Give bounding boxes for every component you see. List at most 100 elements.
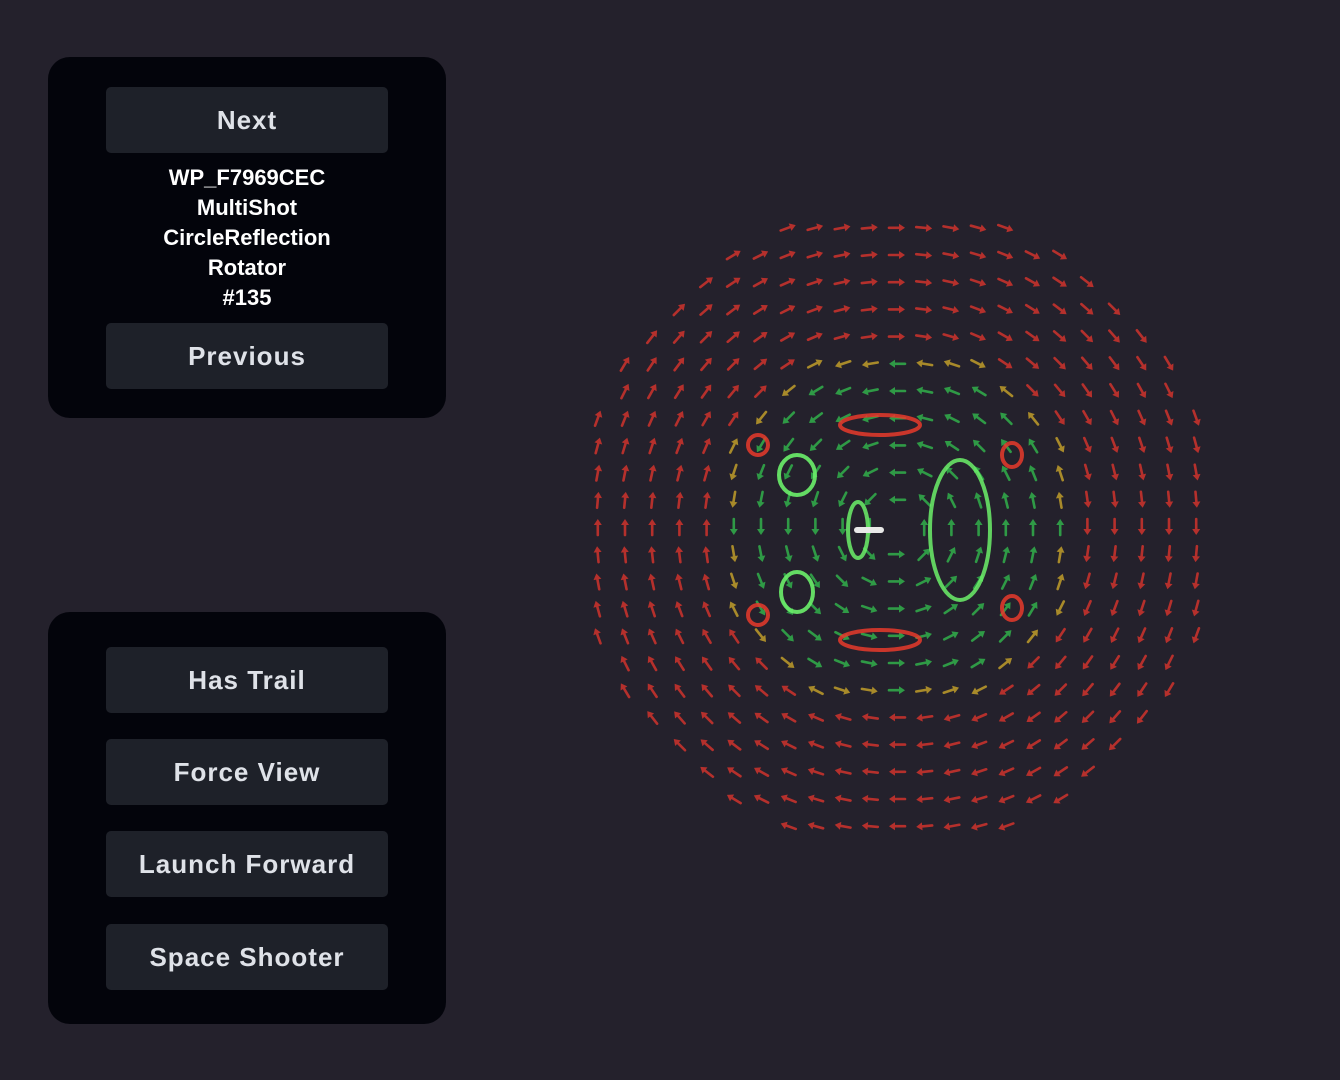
force-arrow	[1053, 793, 1069, 804]
force-arrow	[998, 657, 1013, 670]
force-arrow	[1165, 490, 1174, 508]
force-arrow	[1110, 544, 1119, 563]
force-arrow	[779, 223, 796, 232]
force-arrow	[782, 411, 796, 424]
pattern-info: WP_F7969CEC MultiShot CircleReflection R…	[48, 163, 446, 313]
force-arrow	[1137, 409, 1147, 426]
force-arrow	[808, 685, 824, 696]
force-arrow	[593, 410, 603, 428]
force-arrow	[943, 604, 959, 615]
next-button[interactable]: Next	[106, 87, 388, 153]
force-arrow	[914, 223, 933, 232]
force-arrow	[647, 628, 657, 645]
force-arrow	[1110, 572, 1118, 590]
pattern-navigator-panel: Next WP_F7969CEC MultiShot CircleReflect…	[48, 57, 446, 418]
force-arrow	[674, 683, 686, 698]
force-arrow	[810, 490, 820, 508]
force-arrow	[969, 251, 987, 260]
force-arrow	[781, 740, 797, 750]
force-arrow	[1111, 463, 1119, 481]
force-arrow	[920, 519, 929, 537]
force-field-view	[593, 223, 1201, 831]
force-arrow	[674, 656, 685, 672]
projectile-cluster	[779, 570, 815, 614]
force-arrow	[943, 359, 961, 368]
force-arrow	[1108, 329, 1120, 343]
force-arrow	[1055, 655, 1067, 670]
force-arrow	[1028, 491, 1037, 509]
force-arrow	[1024, 277, 1040, 287]
force-arrow	[593, 628, 602, 645]
has-trail-toggle[interactable]: Has Trail	[106, 647, 388, 713]
previous-button[interactable]: Previous	[106, 323, 388, 389]
force-arrow	[1164, 654, 1174, 671]
pattern-reflection: CircleReflection	[163, 225, 331, 250]
force-arrow	[860, 223, 878, 232]
force-arrow	[620, 546, 629, 564]
force-arrow	[806, 277, 823, 287]
force-arrow	[647, 573, 656, 591]
force-arrow	[916, 386, 934, 395]
force-arrow	[754, 740, 770, 751]
force-arrow	[672, 330, 685, 344]
force-arrow	[700, 711, 714, 725]
force-arrow	[1026, 384, 1039, 397]
force-arrow	[916, 440, 934, 450]
force-arrow	[620, 628, 630, 645]
force-arrow	[728, 656, 741, 671]
force-arrow	[969, 332, 986, 342]
force-arrow	[887, 305, 905, 314]
force-arrow	[728, 684, 741, 698]
force-arrow	[1083, 490, 1092, 508]
options-panel: Has Trail Force View Launch Forward Spac…	[48, 612, 446, 1024]
force-arrow	[1081, 710, 1095, 724]
force-arrow	[1108, 356, 1120, 371]
force-arrow	[756, 572, 766, 589]
force-arrow	[1082, 682, 1094, 697]
force-arrow	[943, 822, 961, 831]
force-arrow	[916, 795, 934, 804]
force-arrow	[809, 412, 824, 424]
force-arrow	[726, 794, 742, 805]
force-arrow	[914, 278, 933, 287]
force-arrow	[833, 686, 851, 695]
force-arrow	[811, 545, 820, 562]
space-shooter-toggle[interactable]: Space Shooter	[106, 924, 388, 990]
force-arrow	[756, 490, 765, 508]
force-arrow	[969, 278, 987, 287]
force-arrow	[999, 684, 1014, 695]
force-arrow	[702, 519, 711, 537]
force-arrow	[781, 685, 797, 696]
force-arrow	[860, 332, 878, 341]
force-arrow	[727, 739, 742, 751]
force-arrow	[889, 767, 907, 776]
force-arrow	[702, 573, 711, 591]
force-arrow	[1025, 794, 1042, 804]
force-arrow	[781, 628, 794, 642]
force-arrow	[753, 358, 768, 371]
force-arrow	[726, 358, 740, 371]
force-arrow	[806, 304, 823, 314]
launch-forward-toggle[interactable]: Launch Forward	[106, 831, 388, 897]
force-arrow	[1137, 627, 1147, 644]
force-arrow	[702, 601, 712, 618]
reflection-arc	[746, 433, 770, 457]
force-arrow	[915, 685, 933, 694]
force-arrow	[593, 546, 602, 564]
force-arrow	[833, 332, 851, 341]
force-arrow	[1056, 573, 1065, 591]
force-arrow	[621, 491, 630, 510]
force-arrow	[943, 741, 961, 749]
force-arrow	[887, 223, 905, 232]
force-arrow	[1192, 409, 1201, 426]
force-arrow	[594, 437, 603, 455]
force-arrow	[779, 250, 796, 260]
force-arrow	[916, 713, 934, 722]
force-view-toggle[interactable]: Force View	[106, 739, 388, 805]
force-arrow	[862, 467, 879, 478]
force-arrow	[781, 384, 796, 397]
force-arrow	[1137, 599, 1146, 617]
force-arrow	[914, 332, 933, 341]
force-arrow	[783, 464, 794, 480]
force-arrow	[674, 711, 686, 725]
